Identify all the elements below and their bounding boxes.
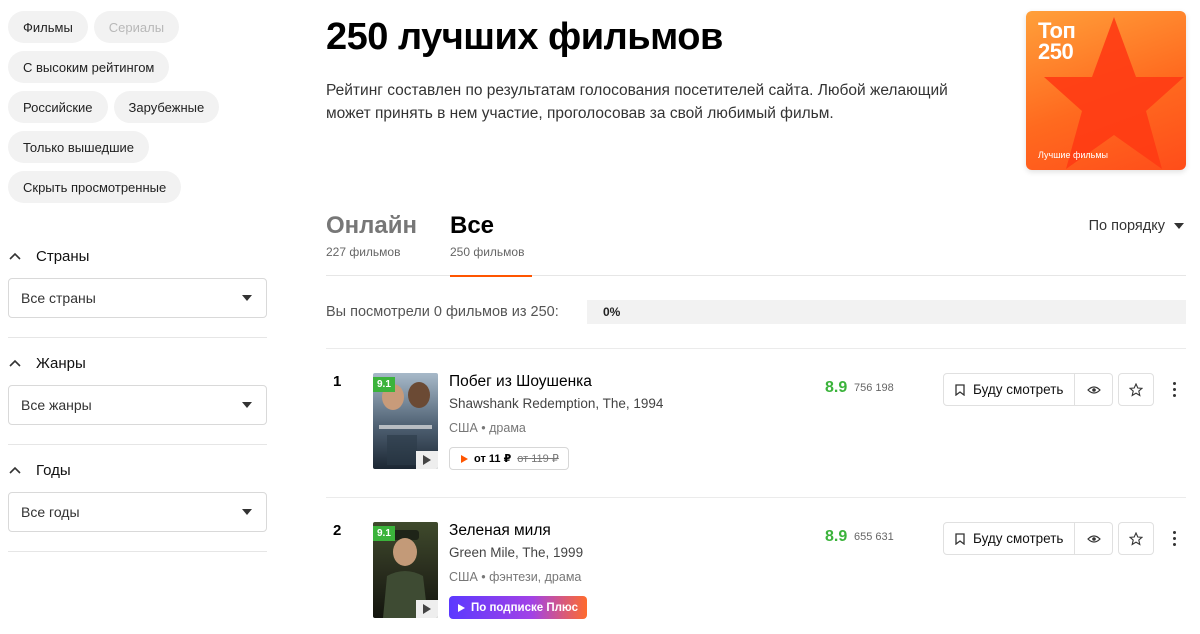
watch-later-label: Буду смотреть bbox=[973, 531, 1064, 546]
eye-icon bbox=[1087, 385, 1101, 394]
star-icon bbox=[1129, 382, 1144, 397]
divider bbox=[8, 551, 267, 552]
chip-high-rating[interactable]: С высоким рейтингом bbox=[8, 51, 170, 83]
page-description: Рейтинг составлен по результатам голосов… bbox=[326, 82, 948, 122]
price-button[interactable]: от 11 ₽ от 119 ₽ bbox=[449, 447, 569, 470]
play-icon[interactable] bbox=[416, 600, 438, 618]
tab-all-count: 250 фильмов bbox=[450, 245, 525, 259]
star-icon bbox=[1129, 531, 1144, 546]
watched-progress: Вы посмотрели 0 фильмов из 250: 0% bbox=[326, 300, 1186, 324]
film-score: 8.9 bbox=[825, 528, 848, 545]
play-icon bbox=[461, 454, 468, 463]
watched-text: Вы посмотрели 0 фильмов из 250: bbox=[326, 304, 559, 320]
film-rank: 1 bbox=[333, 373, 342, 390]
watch-later-button[interactable]: Буду смотреть bbox=[943, 522, 1076, 555]
progress-percent: 0% bbox=[603, 305, 621, 319]
filter-years: Годы Все годы bbox=[8, 460, 267, 532]
film-actions: Буду смотреть bbox=[943, 522, 1182, 555]
top250-badge: Топ 250 Лучшие фильмы bbox=[1026, 11, 1186, 170]
plus-label: По подписке Плюс bbox=[471, 601, 578, 614]
film-title[interactable]: Зеленая миля bbox=[449, 522, 551, 540]
countries-select[interactable]: Все страны bbox=[8, 278, 267, 318]
badge-title: Топ 250 bbox=[1038, 18, 1076, 64]
watch-later-button[interactable]: Буду смотреть bbox=[943, 373, 1076, 406]
play-icon[interactable] bbox=[416, 451, 438, 469]
caret-down-icon bbox=[242, 402, 252, 408]
caret-down-icon bbox=[242, 509, 252, 515]
film-votes: 655 631 bbox=[854, 531, 894, 543]
chevron-up-icon bbox=[8, 463, 22, 477]
tab-online[interactable]: Онлайн 227 фильмов bbox=[326, 212, 417, 276]
filter-countries-toggle[interactable]: Страны bbox=[8, 246, 267, 266]
film-meta: США • фэнтези, драма bbox=[449, 570, 582, 584]
rate-button[interactable] bbox=[1118, 373, 1155, 406]
film-original-title: Shawshank Redemption, The, 1994 bbox=[449, 396, 664, 411]
tabs: Онлайн 227 фильмов Все 250 фильмов bbox=[326, 212, 1186, 277]
more-options-icon[interactable] bbox=[1166, 373, 1182, 406]
chip-hide-watched[interactable]: Скрыть просмотренные bbox=[8, 171, 182, 203]
years-select-value: Все годы bbox=[21, 504, 80, 520]
filter-genres-title: Жанры bbox=[36, 354, 86, 372]
filter-years-toggle[interactable]: Годы bbox=[8, 460, 267, 480]
film-original-title: Green Mile, The, 1999 bbox=[449, 545, 584, 560]
chevron-up-icon bbox=[8, 356, 22, 370]
filter-chips: Фильмы Сериалы С высоким рейтингом Росси… bbox=[8, 11, 268, 211]
rate-button[interactable] bbox=[1118, 522, 1155, 555]
film-title[interactable]: Побег из Шоушенка bbox=[449, 373, 592, 391]
film-rank: 2 bbox=[333, 522, 342, 539]
bookmark-icon bbox=[955, 532, 965, 545]
countries-select-value: Все страны bbox=[21, 290, 96, 306]
tab-online-count: 227 фильмов bbox=[326, 245, 401, 259]
filter-genres-toggle[interactable]: Жанры bbox=[8, 353, 267, 373]
bookmark-icon bbox=[955, 383, 965, 396]
main-content: 250 лучших фильмов Рейтинг составлен по … bbox=[326, 0, 1186, 634]
filter-genres: Жанры Все жанры bbox=[8, 353, 267, 425]
badge-subtitle: Лучшие фильмы bbox=[1038, 150, 1108, 160]
watch-later-label: Буду смотреть bbox=[973, 382, 1064, 397]
tab-all-label: Все bbox=[450, 212, 495, 239]
film-row[interactable]: 2 9.1 Зеленая миля Green Mile, The, 1999… bbox=[326, 498, 1186, 628]
film-score: 8.9 bbox=[825, 379, 848, 396]
filter-countries-title: Страны bbox=[36, 247, 90, 265]
sort-label: По порядку bbox=[1088, 218, 1165, 234]
page-title: 250 лучших фильмов bbox=[326, 16, 723, 58]
divider bbox=[8, 337, 267, 338]
plus-subscription-button[interactable]: По подписке Плюс bbox=[449, 596, 587, 619]
chip-series[interactable]: Сериалы bbox=[93, 11, 180, 43]
film-meta: США • драма bbox=[449, 421, 526, 435]
chevron-up-icon bbox=[8, 249, 22, 263]
chip-released-only[interactable]: Только вышедшие bbox=[8, 131, 150, 163]
price-old: от 119 ₽ bbox=[517, 453, 559, 465]
years-select[interactable]: Все годы bbox=[8, 492, 267, 532]
film-actions: Буду смотреть bbox=[943, 373, 1182, 406]
genres-select-value: Все жанры bbox=[21, 397, 92, 413]
more-options-icon[interactable] bbox=[1166, 522, 1182, 555]
film-poster[interactable]: 9.1 bbox=[373, 522, 438, 618]
eye-icon bbox=[1087, 534, 1101, 543]
caret-down-icon bbox=[242, 295, 252, 301]
film-row[interactable]: 1 9.1 Побег из Шоушенка Shawshank Redemp… bbox=[326, 349, 1186, 479]
divider bbox=[8, 444, 267, 445]
genres-select[interactable]: Все жанры bbox=[8, 385, 267, 425]
chip-russian[interactable]: Российские bbox=[8, 91, 108, 123]
tab-all[interactable]: Все 250 фильмов bbox=[450, 212, 532, 277]
chip-films[interactable]: Фильмы bbox=[8, 11, 88, 43]
tab-online-label: Онлайн bbox=[326, 212, 418, 239]
film-poster[interactable]: 9.1 bbox=[373, 373, 438, 469]
sort-dropdown[interactable]: По порядку bbox=[1089, 218, 1184, 234]
chip-foreign[interactable]: Зарубежные bbox=[113, 91, 220, 123]
film-votes: 756 198 bbox=[854, 382, 894, 394]
mark-watched-button[interactable] bbox=[1075, 373, 1114, 406]
progress-bar: 0% bbox=[587, 300, 1186, 324]
filter-years-title: Годы bbox=[36, 461, 71, 479]
filter-countries: Страны Все страны bbox=[8, 246, 267, 318]
poster-rating-badge: 9.1 bbox=[373, 526, 395, 541]
mark-watched-button[interactable] bbox=[1075, 522, 1114, 555]
caret-down-icon bbox=[1174, 223, 1184, 229]
play-icon bbox=[458, 603, 465, 612]
sidebar: Фильмы Сериалы С высоким рейтингом Росси… bbox=[0, 0, 275, 634]
price-current: от 11 ₽ bbox=[474, 453, 512, 465]
poster-rating-badge: 9.1 bbox=[373, 377, 395, 392]
